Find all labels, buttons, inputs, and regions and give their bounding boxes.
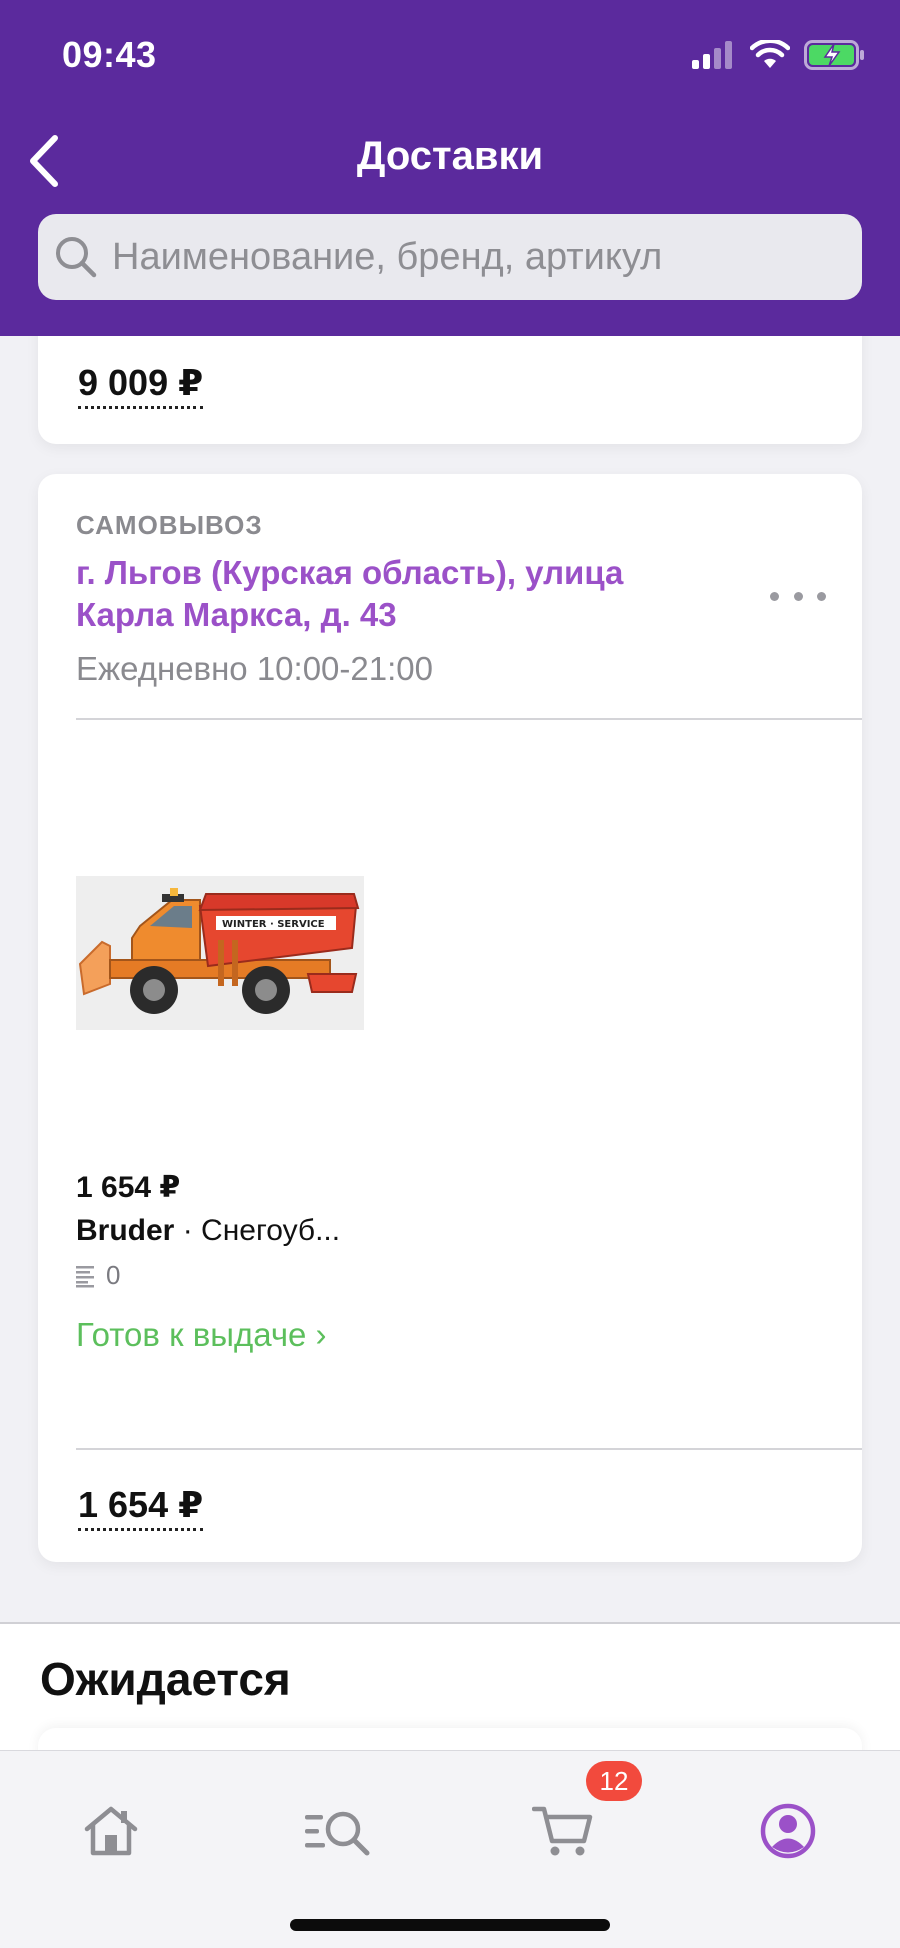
order-total[interactable]: 9 009 ₽ xyxy=(78,362,204,409)
ellipsis-icon xyxy=(770,591,779,601)
snowplow-truck-image: WINTER · SERVICE xyxy=(76,876,364,1030)
ellipsis-dot xyxy=(793,591,803,601)
cellular-signal-icon xyxy=(692,41,732,69)
tab-bar: 12 xyxy=(0,1750,900,1948)
cart-badge: 12 xyxy=(586,1761,642,1801)
truck-decal-text: WINTER · SERVICE xyxy=(222,919,325,930)
pickup-delivery-card: САМОВЫВОЗ г. Льгов (Курская область), ул… xyxy=(38,474,862,1562)
page-title: Доставки xyxy=(356,134,544,178)
search-placeholder: Наименование, бренд, артикул xyxy=(112,235,663,278)
ellipsis-dot xyxy=(817,591,826,601)
expected-section-title: Ожидается xyxy=(40,1653,291,1705)
product-price: 1 654 ₽ xyxy=(76,1171,181,1204)
battery-charging-icon xyxy=(804,40,864,70)
navigation-bar: Доставки xyxy=(0,120,900,200)
product-image[interactable]: WINTER · SERVICE xyxy=(76,876,364,1030)
app-header: 09:43 Доставки Наименование, бренд, арти… xyxy=(0,0,900,336)
tab-home[interactable] xyxy=(61,1781,161,1881)
reviews-list-icon xyxy=(76,1265,94,1287)
home-icon xyxy=(84,1806,138,1856)
delivery-type-label: САМОВЫВОЗ xyxy=(76,510,263,540)
home-indicator xyxy=(290,1919,610,1931)
divider xyxy=(76,718,862,720)
pickup-address-link[interactable]: г. Льгов (Курская область), улица Карла … xyxy=(76,552,696,636)
catalog-search-icon xyxy=(305,1811,370,1856)
product-brand: Bruder xyxy=(76,1214,175,1247)
cart-icon xyxy=(532,1806,593,1856)
status-time: 09:43 xyxy=(62,34,157,75)
product-title: Снегоуб... xyxy=(201,1214,341,1247)
pickup-hours: Ежедневно 10:00-21:00 xyxy=(76,650,433,687)
product-name[interactable]: Bruder · Снегоуб... xyxy=(76,1214,340,1248)
status-bar: 09:43 xyxy=(0,0,900,110)
search-icon xyxy=(56,237,97,278)
product-name-separator: · xyxy=(174,1214,202,1247)
order-total[interactable]: 1 654 ₽ xyxy=(78,1484,204,1531)
search-input[interactable]: Наименование, бренд, артикул xyxy=(38,214,862,300)
tab-profile[interactable] xyxy=(738,1781,838,1881)
review-count: 0 xyxy=(106,1260,121,1290)
more-options-button[interactable] xyxy=(770,584,826,608)
tab-catalog[interactable] xyxy=(288,1781,388,1881)
ready-for-pickup-link[interactable]: Готов к выдаче › xyxy=(76,1316,327,1354)
profile-icon xyxy=(760,1803,816,1859)
divider xyxy=(76,1448,862,1450)
review-count-row: 0 xyxy=(76,1260,120,1291)
status-icons xyxy=(692,40,866,70)
wifi-icon xyxy=(750,40,790,68)
